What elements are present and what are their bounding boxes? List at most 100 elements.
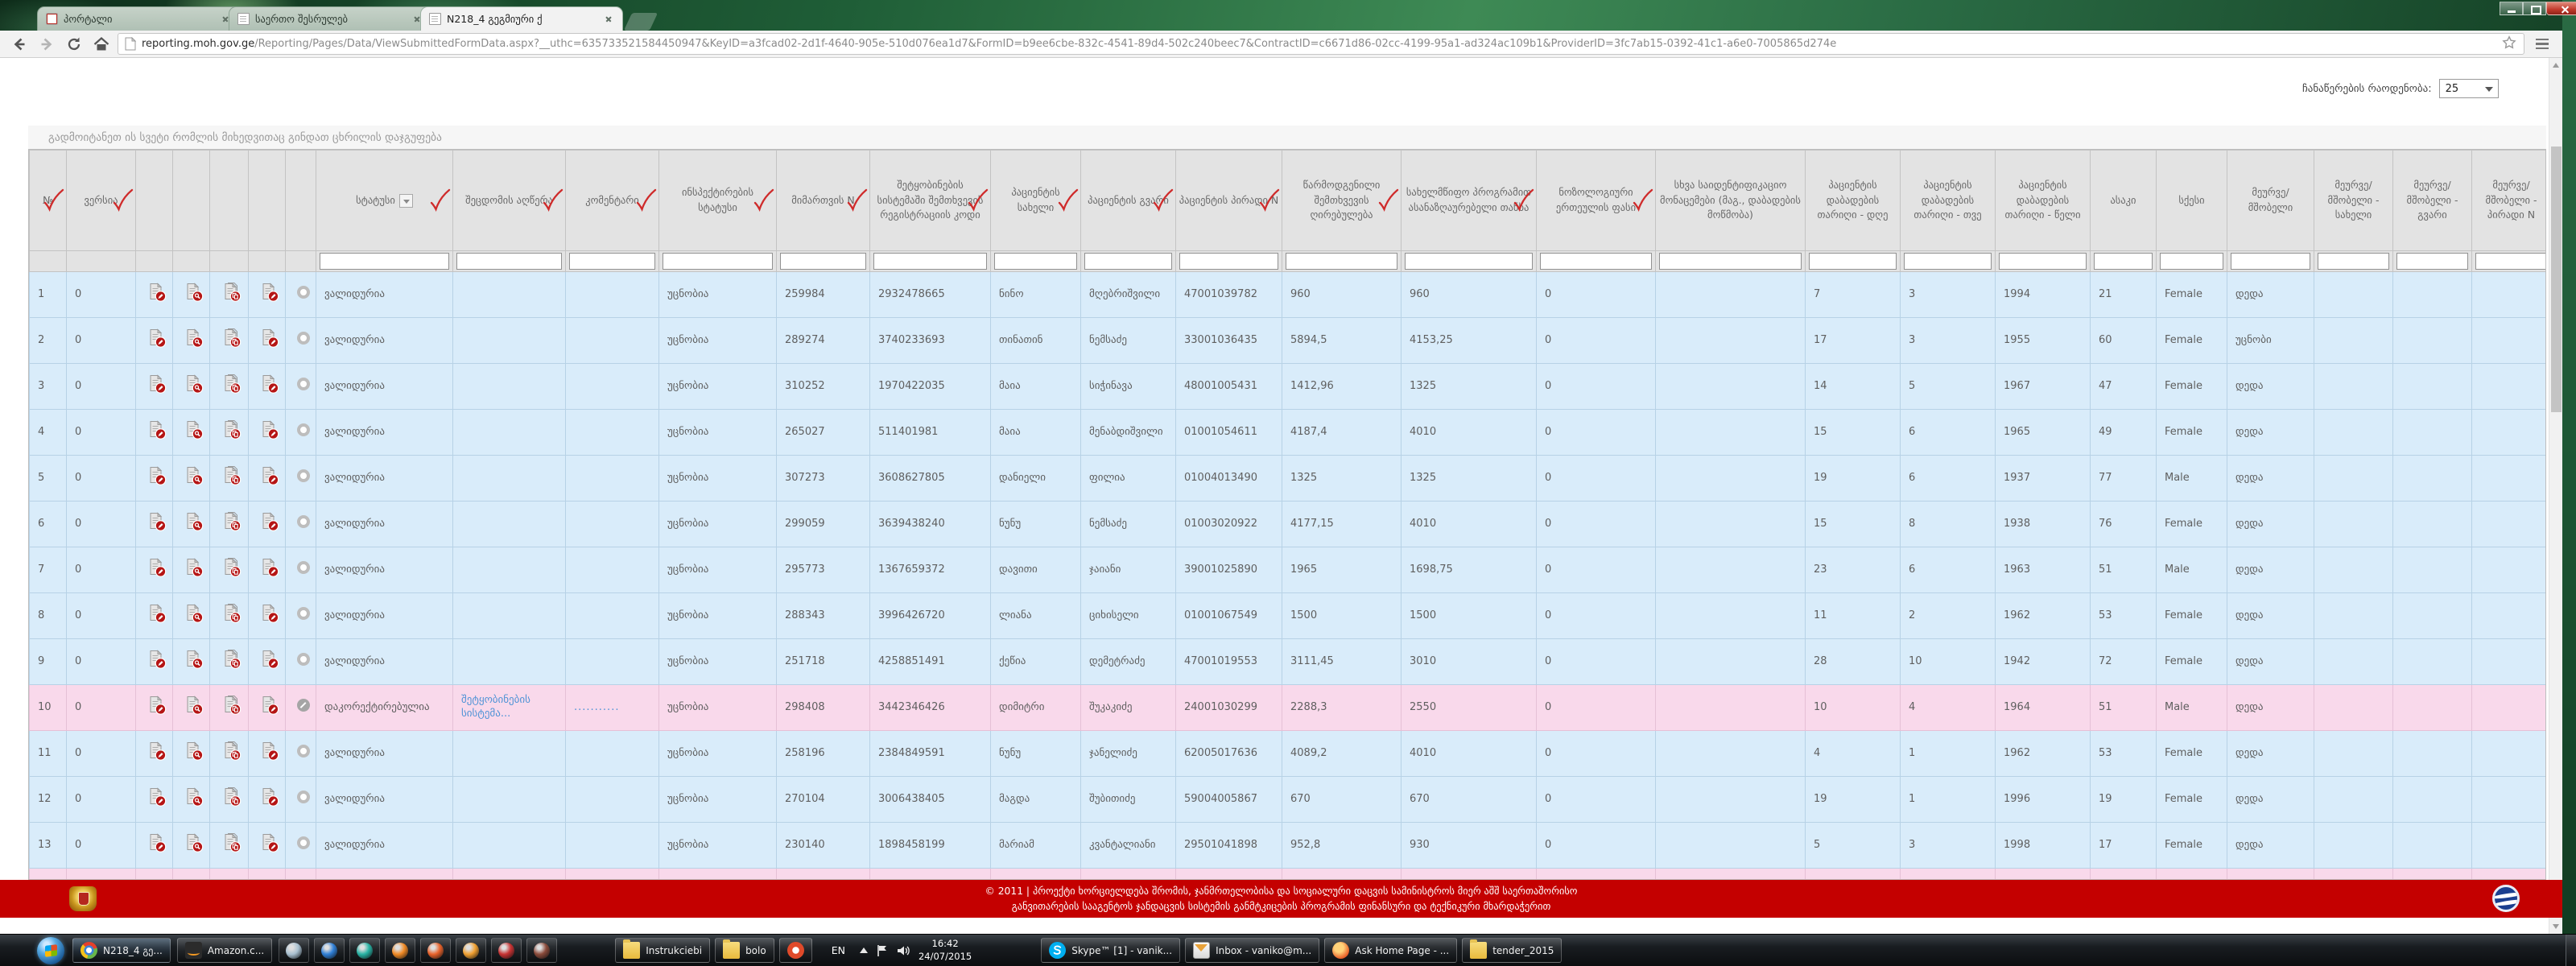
copy-record-icon[interactable]	[222, 420, 242, 444]
col-header-sex[interactable]: სქესი	[2157, 151, 2227, 251]
filter-input-reg_code[interactable]	[873, 253, 987, 270]
fill-form-icon[interactable]	[260, 374, 279, 398]
col-header-comment[interactable]: კომენტარი	[566, 151, 659, 251]
taskbar-quick-app-dark[interactable]	[526, 938, 557, 963]
view-record-icon[interactable]	[184, 650, 204, 674]
filter-input-error[interactable]	[456, 253, 562, 270]
col-header-icon1[interactable]	[173, 151, 210, 251]
col-header-personal_n[interactable]: პაციენტის პირადი N	[1176, 151, 1282, 251]
taskbar-button[interactable]: Skype™ [1] - vanik...	[1041, 938, 1180, 963]
fill-form-icon[interactable]	[260, 328, 279, 353]
tab-n218-4-active[interactable]: N218_4 გეგმიური ქ	[420, 6, 623, 31]
filter-input-referral[interactable]	[780, 253, 866, 270]
copy-record-icon[interactable]	[222, 558, 242, 582]
taskbar-button[interactable]: tender_2015	[1462, 938, 1562, 963]
edit-record-icon[interactable]	[147, 741, 167, 766]
edit-record-icon[interactable]	[147, 512, 167, 536]
edit-record-icon[interactable]	[147, 604, 167, 628]
copy-record-icon[interactable]	[222, 833, 242, 857]
view-record-icon[interactable]	[184, 328, 204, 353]
row-radio-button[interactable]	[297, 423, 310, 436]
edit-record-icon[interactable]	[147, 558, 167, 582]
col-header-first_name[interactable]: პაციენტის სახელი	[991, 151, 1081, 251]
col-header-birth_month[interactable]: პაციენტის დაბადების თარიღი - თვე	[1901, 151, 1996, 251]
fill-form-icon[interactable]	[260, 283, 279, 307]
copy-record-icon[interactable]	[222, 741, 242, 766]
row-radio-button[interactable]	[297, 699, 310, 712]
filter-input-other_id[interactable]	[1659, 253, 1802, 270]
address-bar[interactable]: reporting.moh.gov.ge/Reporting/Pages/Dat…	[118, 33, 2524, 55]
row-radio-button[interactable]	[297, 607, 310, 620]
col-header-radio[interactable]	[286, 151, 316, 251]
taskbar-quick-media-player[interactable]	[349, 938, 380, 963]
edit-record-icon[interactable]	[147, 833, 167, 857]
filter-input-case_cost[interactable]	[1286, 253, 1397, 270]
taskbar-quick-app-red[interactable]	[491, 938, 522, 963]
filter-input-guardian[interactable]	[2231, 253, 2310, 270]
view-record-icon[interactable]	[184, 696, 204, 720]
records-count-select[interactable]: 25	[2439, 79, 2499, 98]
col-header-nosology_price[interactable]: ნოზოლოგიური ერთეულის ფასი	[1537, 151, 1656, 251]
filter-input-state_amount[interactable]	[1405, 253, 1533, 270]
volume-icon[interactable]	[897, 944, 910, 957]
col-header-last_name[interactable]: პაციენტის გვარი	[1081, 151, 1176, 251]
taskbar-button[interactable]: Inbox - vaniko@m...	[1185, 938, 1319, 963]
view-record-icon[interactable]	[184, 466, 204, 490]
col-header-guardian[interactable]: მეურვე/მშობელი	[2227, 151, 2314, 251]
hidden-icons-arrow-icon[interactable]	[860, 947, 868, 953]
view-record-icon[interactable]	[184, 833, 204, 857]
col-header-status[interactable]: სტატუსი	[316, 151, 453, 251]
taskbar-clock[interactable]: 16:42 24/07/2015	[919, 938, 972, 963]
back-button[interactable]	[8, 33, 30, 55]
copy-record-icon[interactable]	[222, 512, 242, 536]
col-header-birth_year[interactable]: პაციენტის დაბადების თარიღი - წელი	[1996, 151, 2091, 251]
scroll-down-icon[interactable]	[2553, 924, 2559, 929]
filter-input-inspection[interactable]	[663, 253, 773, 270]
view-record-icon[interactable]	[184, 787, 204, 811]
edit-record-icon[interactable]	[147, 466, 167, 490]
taskbar-quick-app-orange[interactable]	[456, 938, 486, 963]
new-tab-button[interactable]	[624, 13, 658, 31]
col-header-reg_code[interactable]: შეტყობინების სისტემაში შემთხვევის რეგისტ…	[870, 151, 991, 251]
col-header-age[interactable]: ასაკი	[2091, 151, 2157, 251]
maximize-button[interactable]	[2523, 2, 2546, 15]
edit-record-icon[interactable]	[147, 650, 167, 674]
col-header-num[interactable]: №	[30, 151, 67, 251]
filter-input-birth_month[interactable]	[1904, 253, 1992, 270]
taskbar-button[interactable]: Ask Home Page - ...	[1324, 938, 1457, 963]
edit-record-icon[interactable]	[147, 328, 167, 353]
col-header-guardian_surname[interactable]: მეურვე/მშობელი - გვარი	[2393, 151, 2472, 251]
filter-input-sex[interactable]	[2160, 253, 2223, 270]
col-header-referral[interactable]: მიმართვის N	[777, 151, 870, 251]
fill-form-icon[interactable]	[260, 741, 279, 766]
close-button[interactable]	[2546, 2, 2576, 15]
view-record-icon[interactable]	[184, 283, 204, 307]
view-record-icon[interactable]	[184, 604, 204, 628]
row-radio-button[interactable]	[297, 378, 310, 390]
tab-common-report[interactable]: საერთო შესრულებ	[229, 6, 431, 31]
vertical-scrollbar[interactable]	[2549, 58, 2562, 934]
comment-link[interactable]: ...........	[574, 701, 619, 713]
scroll-up-icon[interactable]	[2553, 63, 2559, 68]
taskbar-button[interactable]: bolo	[715, 938, 774, 963]
view-record-icon[interactable]	[184, 420, 204, 444]
minimize-button[interactable]	[2500, 2, 2523, 15]
col-header-state_amount[interactable]: სახელმწიფო პროგრამით ასანაზღაურებელი თან…	[1402, 151, 1537, 251]
filter-input-comment[interactable]	[569, 253, 655, 270]
row-radio-button[interactable]	[297, 745, 310, 758]
view-record-icon[interactable]	[184, 558, 204, 582]
col-header-icon2[interactable]	[210, 151, 249, 251]
col-header-inspection[interactable]: ინსპექტირების სტატუსი	[659, 151, 777, 251]
error-description-link[interactable]: შეტყობინების სისტემა...	[461, 694, 530, 720]
fill-form-icon[interactable]	[260, 512, 279, 536]
fill-form-icon[interactable]	[260, 466, 279, 490]
copy-record-icon[interactable]	[222, 328, 242, 353]
taskbar-quick-opera[interactable]	[385, 938, 415, 963]
home-button[interactable]	[90, 33, 112, 55]
filter-input-guardian_surname[interactable]	[2396, 253, 2468, 270]
view-record-icon[interactable]	[184, 512, 204, 536]
taskbar-button[interactable]	[779, 938, 812, 963]
row-radio-button[interactable]	[297, 561, 310, 574]
row-radio-button[interactable]	[297, 836, 310, 849]
filter-input-last_name[interactable]	[1084, 253, 1172, 270]
